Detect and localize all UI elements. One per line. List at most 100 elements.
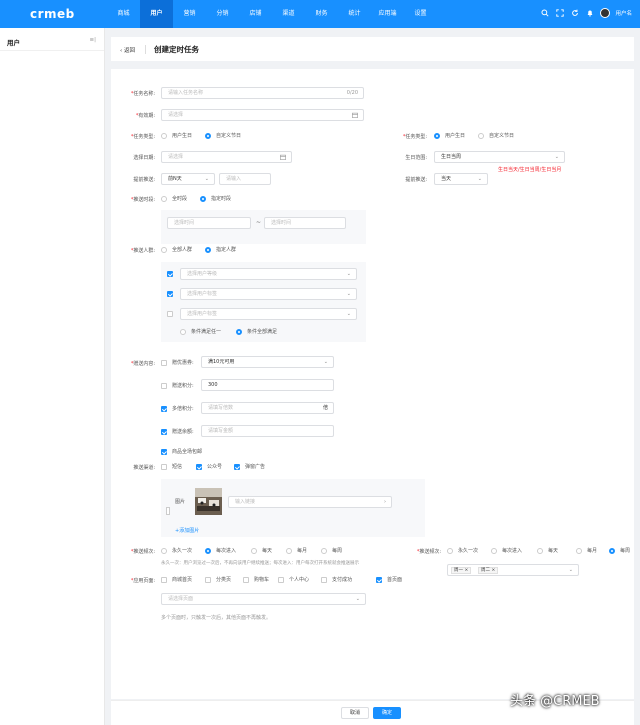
free-shipping-checkbox[interactable]: 商品全场包邮 xyxy=(161,448,202,455)
task-type-right-birthday-radio[interactable]: 用户生日 xyxy=(434,132,465,139)
nav-item-channel[interactable]: 渠道 xyxy=(272,0,305,28)
avatar[interactable] xyxy=(600,8,611,18)
nav-item-store[interactable]: 店铺 xyxy=(239,0,272,28)
match-any-radio[interactable]: 条件满足任一 xyxy=(180,328,221,335)
main-nav: 商城 用户 营销 分销 店铺 渠道 财务 统计 应用端 设置 xyxy=(107,0,437,28)
page-home-checkbox[interactable]: 商城首页 xyxy=(161,576,192,583)
ad-image-thumbnail[interactable] xyxy=(195,488,222,515)
apply-page-select[interactable]: 请选择页面 ⌄ xyxy=(161,593,366,605)
freq-monthly-radio[interactable]: 每月 xyxy=(286,547,307,554)
add-image-button[interactable]: +添加图片 xyxy=(175,527,199,534)
push-time-custom-radio[interactable]: 指定时段 xyxy=(200,195,231,202)
freq-once-radio[interactable]: 永久一次 xyxy=(161,547,192,554)
select-date-picker[interactable]: 请选择 xyxy=(161,151,292,163)
channel-wechat-checkbox[interactable]: 公众号 xyxy=(196,463,222,470)
task-type-birthday-radio[interactable]: 用户生日 xyxy=(161,132,192,139)
collapse-icon[interactable]: ≡| xyxy=(90,37,96,43)
page-header: ‹ 返回 创建定时任务 xyxy=(111,37,634,61)
task-type-right-holiday-radio[interactable]: 自定义节日 xyxy=(478,132,514,139)
nav-item-stats[interactable]: 统计 xyxy=(338,0,371,28)
close-icon[interactable]: × xyxy=(464,568,468,573)
header-divider xyxy=(145,45,146,54)
calendar-icon xyxy=(352,110,358,120)
page-first-checkbox[interactable]: 首页面 xyxy=(376,576,402,583)
push-time-all-radio[interactable]: 全时段 xyxy=(161,195,187,202)
gift-coupon-checkbox[interactable]: 赠优惠券: xyxy=(161,359,194,366)
valid-period-picker[interactable]: 请选择 xyxy=(161,109,364,121)
push-crowd-label: *推送人群: xyxy=(130,248,155,254)
freq-right-monthly-radio[interactable]: 每月 xyxy=(576,547,597,554)
multi-points-input[interactable]: 请填写倍数倍 xyxy=(201,402,334,414)
task-name-input[interactable]: 请输入任务名称 0/20 xyxy=(161,87,364,99)
crowd-level-checkbox[interactable] xyxy=(167,271,178,277)
page-profile-checkbox[interactable]: 个人中心 xyxy=(278,576,309,583)
end-time-picker[interactable]: 选择时间 xyxy=(264,217,346,229)
crmeb-logo[interactable]: crmeb xyxy=(30,7,75,21)
birthday-range-select[interactable]: 生日当周 ⌄ xyxy=(434,151,565,163)
weekday-tag-tue[interactable]: 周二 × xyxy=(478,567,499,574)
gift-points-input[interactable]: 300 xyxy=(201,379,334,391)
advance-push-right-select[interactable]: 当天 ⌄ xyxy=(434,173,488,185)
close-icon[interactable]: × xyxy=(491,568,495,573)
freq-each-radio[interactable]: 每次进入 xyxy=(205,547,236,554)
advance-push-select[interactable]: 前N天 ⌄ xyxy=(161,173,215,185)
freq-weekly-radio[interactable]: 每周 xyxy=(321,547,342,554)
birthday-range-error: 生日当天/生日当周/生日当月 xyxy=(498,167,562,173)
gift-balance-checkbox[interactable]: 赠送余额: xyxy=(161,428,194,435)
freq-right-weekly-radio[interactable]: 每周 xyxy=(609,547,630,554)
chevron-down-icon: ⌄ xyxy=(477,176,482,182)
sidebar-title[interactable]: 用户 xyxy=(7,37,20,47)
cancel-button[interactable]: 取消 xyxy=(341,707,369,719)
channel-popup-checkbox[interactable]: 弹窗广告 xyxy=(234,463,265,470)
task-type-holiday-radio[interactable]: 自定义节日 xyxy=(205,132,241,139)
weekday-multiselect[interactable]: 周一 × 周二 × ⌄ xyxy=(447,564,579,576)
push-crowd-all-radio[interactable]: 全部人群 xyxy=(161,246,192,253)
chevron-down-icon: ⌄ xyxy=(204,176,209,182)
nav-item-finance[interactable]: 财务 xyxy=(305,0,338,28)
chevron-down-icon: ⌄ xyxy=(568,567,573,573)
nav-item-settings[interactable]: 设置 xyxy=(404,0,437,28)
nav-item-apps[interactable]: 应用端 xyxy=(371,0,404,28)
page-pay-success-checkbox[interactable]: 支付成功 xyxy=(321,576,352,583)
gift-balance-input[interactable]: 请填写金额 xyxy=(201,425,334,437)
back-button[interactable]: ‹ 返回 xyxy=(120,46,135,54)
calendar-icon xyxy=(280,152,286,162)
freq-right-each-radio[interactable]: 每次进入 xyxy=(491,547,522,554)
nav-item-mall[interactable]: 商城 xyxy=(107,0,140,28)
fullscreen-icon[interactable] xyxy=(555,8,565,18)
gift-coupon-select[interactable]: 满10元可用 ⌄ xyxy=(201,356,334,368)
chevron-down-icon: ⌄ xyxy=(323,359,328,365)
task-name-counter: 0/20 xyxy=(346,90,358,96)
weekday-tag-mon[interactable]: 周一 × xyxy=(451,567,472,574)
push-crowd-custom-radio[interactable]: 指定人群 xyxy=(205,246,236,253)
confirm-button[interactable]: 确定 xyxy=(373,707,401,719)
nav-item-distribution[interactable]: 分销 xyxy=(206,0,239,28)
crowd-tag2-select[interactable]: 选择用户标签 ⌄ xyxy=(180,308,357,320)
nav-item-marketing[interactable]: 营销 xyxy=(173,0,206,28)
gift-points-checkbox[interactable]: 赠送积分: xyxy=(161,382,194,389)
frequency-label: *推送频次: xyxy=(130,549,155,555)
crowd-tag-checkbox[interactable] xyxy=(167,291,178,297)
page-category-checkbox[interactable]: 分类页 xyxy=(205,576,231,583)
start-time-picker[interactable]: 选择时间 xyxy=(167,217,251,229)
drag-handle[interactable] xyxy=(166,507,170,515)
ad-link-input[interactable]: 输入链接 › xyxy=(228,496,392,508)
chevron-down-icon: ⌄ xyxy=(554,154,559,160)
user-name[interactable]: 用户名 xyxy=(615,9,632,17)
freq-right-once-radio[interactable]: 永久一次 xyxy=(447,547,478,554)
search-icon[interactable] xyxy=(540,8,550,18)
bell-icon[interactable] xyxy=(585,8,595,18)
crowd-level-select[interactable]: 选择用户等级 ⌄ xyxy=(180,268,357,280)
crowd-tag-select[interactable]: 选择用户标签 ⌄ xyxy=(180,288,357,300)
page-cart-checkbox[interactable]: 购物车 xyxy=(243,576,269,583)
freq-right-daily-radio[interactable]: 每天 xyxy=(537,547,558,554)
crowd-tag2-checkbox[interactable] xyxy=(167,311,178,317)
channel-sms-checkbox[interactable]: 短信 xyxy=(161,463,182,470)
freq-daily-radio[interactable]: 每天 xyxy=(251,547,272,554)
multi-points-checkbox[interactable]: 多倍积分: xyxy=(161,405,194,412)
refresh-icon[interactable] xyxy=(570,8,580,18)
nav-item-user[interactable]: 用户 xyxy=(140,0,173,28)
advance-push-days-input[interactable]: 请输入 xyxy=(219,173,271,185)
chevron-right-icon: › xyxy=(384,499,386,505)
match-all-radio[interactable]: 条件全部满足 xyxy=(236,328,277,335)
